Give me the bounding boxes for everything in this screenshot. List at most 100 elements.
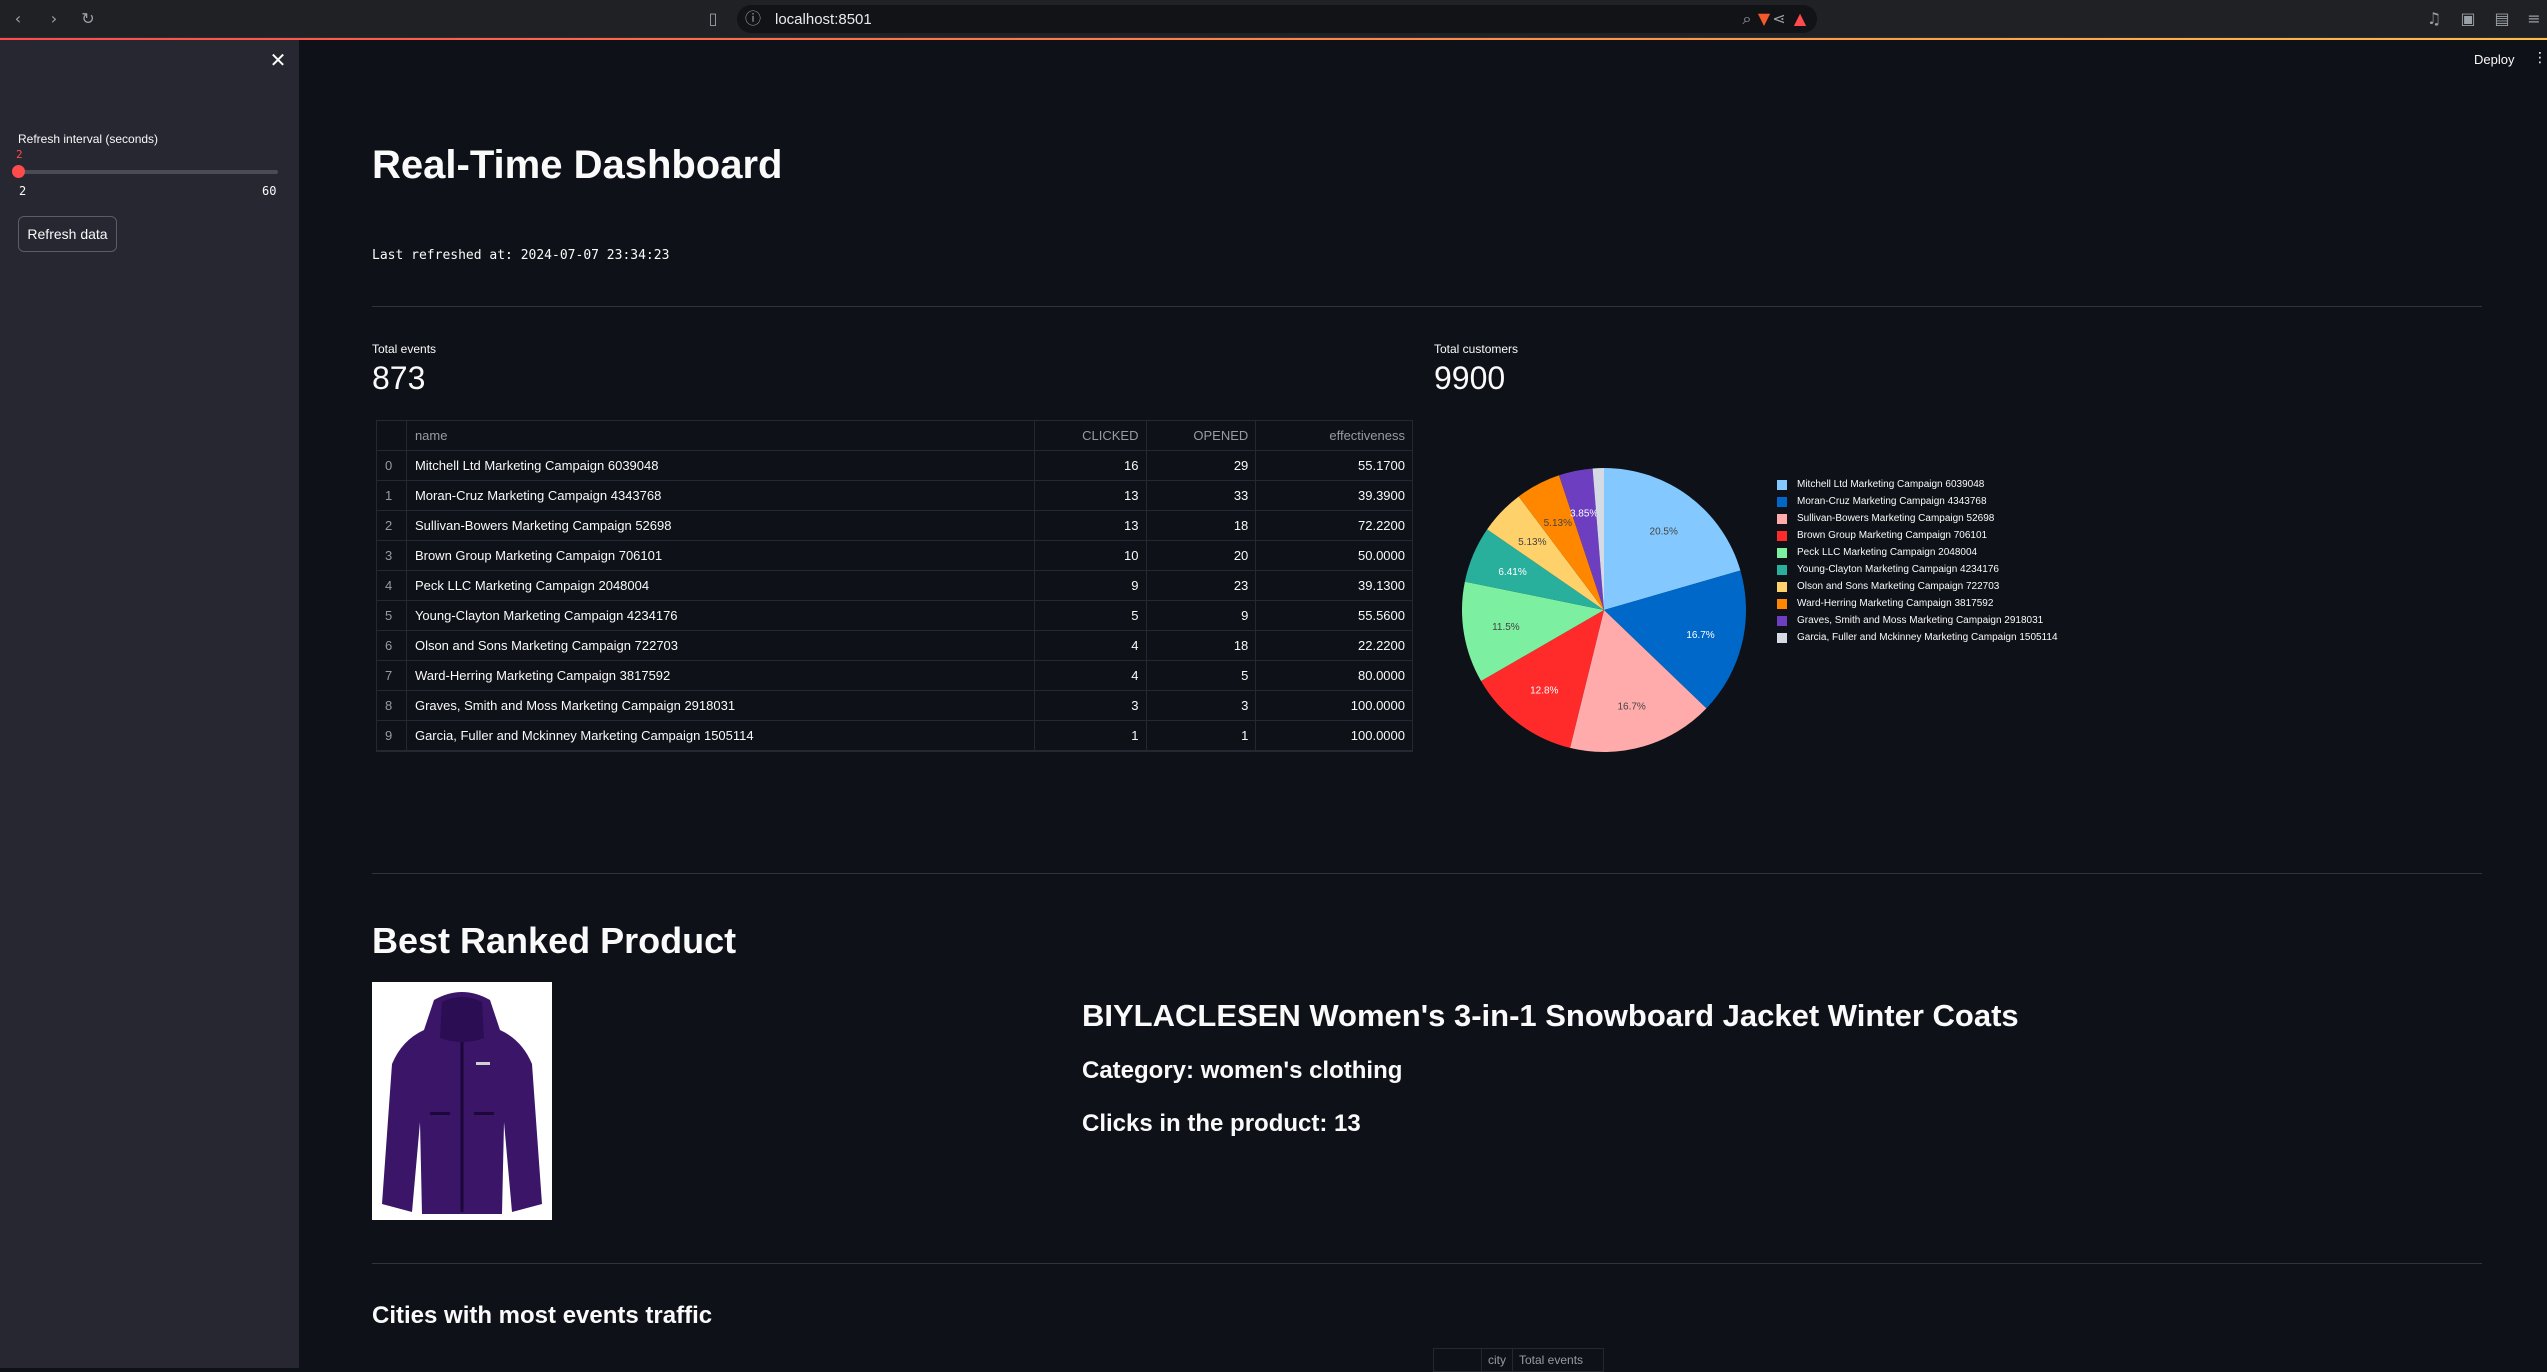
legend-item[interactable]: Mitchell Ltd Marketing Campaign 6039048 bbox=[1777, 476, 2058, 493]
table-row[interactable]: 8 Graves, Smith and Moss Marketing Campai… bbox=[377, 691, 1412, 721]
table-row[interactable]: 7 Ward-Herring Marketing Campaign 3817592… bbox=[377, 661, 1412, 691]
opened-cell: 18 bbox=[1147, 631, 1257, 660]
main-content: Real-Time Dashboard Last refreshed at: 2… bbox=[299, 40, 2547, 1372]
slider-current-value: 2 bbox=[16, 148, 23, 161]
legend-item[interactable]: Peck LLC Marketing Campaign 2048004 bbox=[1777, 544, 2058, 561]
legend-item[interactable]: Sullivan-Bowers Marketing Campaign 52698 bbox=[1777, 510, 2058, 527]
effectiveness-cell: 55.5600 bbox=[1358, 608, 1405, 623]
table-row[interactable]: 3 Brown Group Marketing Campaign 706101 10… bbox=[377, 541, 1412, 571]
legend-item[interactable]: Young-Clayton Marketing Campaign 4234176 bbox=[1777, 561, 2058, 578]
legend-item[interactable]: Graves, Smith and Moss Marketing Campaig… bbox=[1777, 612, 2058, 629]
legend-item[interactable]: Moran-Cruz Marketing Campaign 4343768 bbox=[1777, 493, 2058, 510]
forward-icon[interactable]: › bbox=[44, 9, 64, 29]
pie-slice-label: 5.13% bbox=[1518, 537, 1546, 548]
table-row[interactable]: 2 Sullivan-Bowers Marketing Campaign 5269… bbox=[377, 511, 1412, 541]
campaign-name-cell: Young-Clayton Marketing Campaign 4234176 bbox=[407, 601, 1035, 630]
campaign-table[interactable]: name CLICKED OPENED effectiveness 0 Mitch… bbox=[376, 420, 1413, 752]
rewards-icon[interactable]: ▲ bbox=[1790, 9, 1810, 29]
campaign-name-cell: Olson and Sons Marketing Campaign 722703 bbox=[407, 631, 1035, 660]
table-row[interactable]: 0 Mitchell Ltd Marketing Campaign 6039048… bbox=[377, 451, 1412, 481]
media-icon[interactable]: ♫ bbox=[2424, 9, 2444, 29]
campaign-name-cell: Graves, Smith and Moss Marketing Campaig… bbox=[407, 691, 1035, 720]
column-header-opened[interactable]: OPENED bbox=[1147, 421, 1257, 450]
row-index: 5 bbox=[377, 601, 407, 630]
legend-swatch bbox=[1777, 513, 1787, 524]
browser-toolbar: ‹ › ↻ ▯ ⓘ localhost:8501 ⌕ ⋖ ▼ ▲ ♫ ▣ ▤ ≡ bbox=[0, 0, 2547, 38]
reload-icon[interactable]: ↻ bbox=[78, 9, 98, 29]
table-row[interactable]: 5 Young-Clayton Marketing Campaign 423417… bbox=[377, 601, 1412, 631]
sidebar: ✕ Refresh interval (seconds) 2 2 60 Refr… bbox=[0, 40, 299, 1368]
row-index: 9 bbox=[377, 721, 407, 750]
opened-cell: 5 bbox=[1147, 661, 1257, 690]
slider-min-label: 2 bbox=[19, 184, 27, 198]
best-product-title: Best Ranked Product bbox=[372, 920, 737, 961]
legend-item[interactable]: Garcia, Fuller and Mckinney Marketing Ca… bbox=[1777, 629, 2058, 646]
column-header-name[interactable]: name bbox=[407, 421, 1035, 450]
sidebar-toggle-icon[interactable]: ▣ bbox=[2458, 9, 2478, 29]
total-customers-value: 9900 bbox=[1434, 360, 1506, 396]
legend-label: Peck LLC Marketing Campaign 2048004 bbox=[1797, 547, 1978, 558]
wallet-icon[interactable]: ▤ bbox=[2492, 9, 2512, 29]
legend-swatch bbox=[1777, 564, 1787, 575]
effectiveness-cell: 22.2200 bbox=[1358, 638, 1405, 653]
divider bbox=[372, 306, 2482, 307]
effectiveness-cell: 39.1300 bbox=[1358, 578, 1405, 593]
opened-cell: 29 bbox=[1147, 451, 1257, 480]
slider-track[interactable] bbox=[18, 170, 278, 174]
divider bbox=[372, 1263, 2482, 1264]
campaign-name-cell: Brown Group Marketing Campaign 706101 bbox=[407, 541, 1035, 570]
table-row[interactable]: 4 Peck LLC Marketing Campaign 2048004 9 23 3… bbox=[377, 571, 1412, 601]
legend-swatch bbox=[1777, 479, 1787, 490]
jacket-image bbox=[372, 982, 552, 1220]
row-index: 6 bbox=[377, 631, 407, 660]
table-row[interactable]: 9 Garcia, Fuller and Mckinney Marketing C… bbox=[377, 721, 1412, 751]
clicked-cell: 9 bbox=[1035, 571, 1147, 600]
table-row[interactable]: 1 Moran-Cruz Marketing Campaign 4343768 13… bbox=[377, 481, 1412, 511]
campaign-name-cell: Sullivan-Bowers Marketing Campaign 52698 bbox=[407, 511, 1035, 540]
last-refreshed-text: Last refreshed at: 2024-07-07 23:34:23 bbox=[372, 248, 670, 263]
effectiveness-cell: 50.0000 bbox=[1358, 548, 1405, 563]
opened-cell: 20 bbox=[1147, 541, 1257, 570]
close-sidebar-icon[interactable]: ✕ bbox=[268, 50, 288, 70]
opened-cell: 9 bbox=[1147, 601, 1257, 630]
opened-cell: 1 bbox=[1147, 721, 1257, 750]
legend-label: Young-Clayton Marketing Campaign 4234176 bbox=[1797, 564, 1999, 575]
campaign-name-cell: Peck LLC Marketing Campaign 2048004 bbox=[407, 571, 1035, 600]
column-header-clicked[interactable]: CLICKED bbox=[1035, 421, 1147, 450]
back-icon[interactable]: ‹ bbox=[8, 9, 28, 29]
clicked-cell: 4 bbox=[1035, 631, 1147, 660]
slider-label: Refresh interval (seconds) bbox=[18, 132, 159, 146]
row-index: 0 bbox=[377, 451, 407, 480]
effectiveness-cell: 72.2200 bbox=[1358, 518, 1405, 533]
product-image bbox=[372, 982, 552, 1220]
campaign-name-cell: Garcia, Fuller and Mckinney Marketing Ca… bbox=[407, 721, 1035, 750]
legend-swatch bbox=[1777, 598, 1787, 609]
table-body: 0 Mitchell Ltd Marketing Campaign 6039048… bbox=[377, 451, 1412, 751]
column-header-effectiveness[interactable]: effectiveness bbox=[1256, 421, 1412, 450]
row-index: 2 bbox=[377, 511, 407, 540]
menu-icon[interactable]: ≡ bbox=[2524, 9, 2544, 29]
row-index: 8 bbox=[377, 691, 407, 720]
index-header bbox=[377, 421, 407, 450]
clicked-cell: 10 bbox=[1035, 541, 1147, 570]
row-index: 1 bbox=[377, 481, 407, 510]
clicked-cell: 1 bbox=[1035, 721, 1147, 750]
pie-slice-label: 6.41% bbox=[1498, 567, 1526, 578]
brave-shield-icon[interactable]: ▼ bbox=[1754, 9, 1774, 29]
site-info-icon[interactable]: ⓘ bbox=[743, 9, 763, 29]
legend-label: Garcia, Fuller and Mckinney Marketing Ca… bbox=[1797, 632, 2058, 643]
refresh-data-button[interactable]: Refresh data bbox=[18, 216, 117, 252]
legend-swatch bbox=[1777, 496, 1787, 507]
legend-item[interactable]: Olson and Sons Marketing Campaign 722703 bbox=[1777, 578, 2058, 595]
divider bbox=[372, 873, 2482, 874]
clicked-cell: 4 bbox=[1035, 661, 1147, 690]
slider-thumb[interactable] bbox=[12, 165, 25, 178]
table-row[interactable]: 6 Olson and Sons Marketing Campaign 72270… bbox=[377, 631, 1412, 661]
legend-item[interactable]: Brown Group Marketing Campaign 706101 bbox=[1777, 527, 2058, 544]
bookmark-icon[interactable]: ▯ bbox=[703, 9, 723, 29]
campaign-name-cell: Ward-Herring Marketing Campaign 3817592 bbox=[407, 661, 1035, 690]
legend-item[interactable]: Ward-Herring Marketing Campaign 3817592 bbox=[1777, 595, 2058, 612]
clicked-cell: 5 bbox=[1035, 601, 1147, 630]
legend-swatch bbox=[1777, 581, 1787, 592]
address-bar[interactable]: ⓘ localhost:8501 ⌕ ⋖ bbox=[737, 5, 1817, 33]
